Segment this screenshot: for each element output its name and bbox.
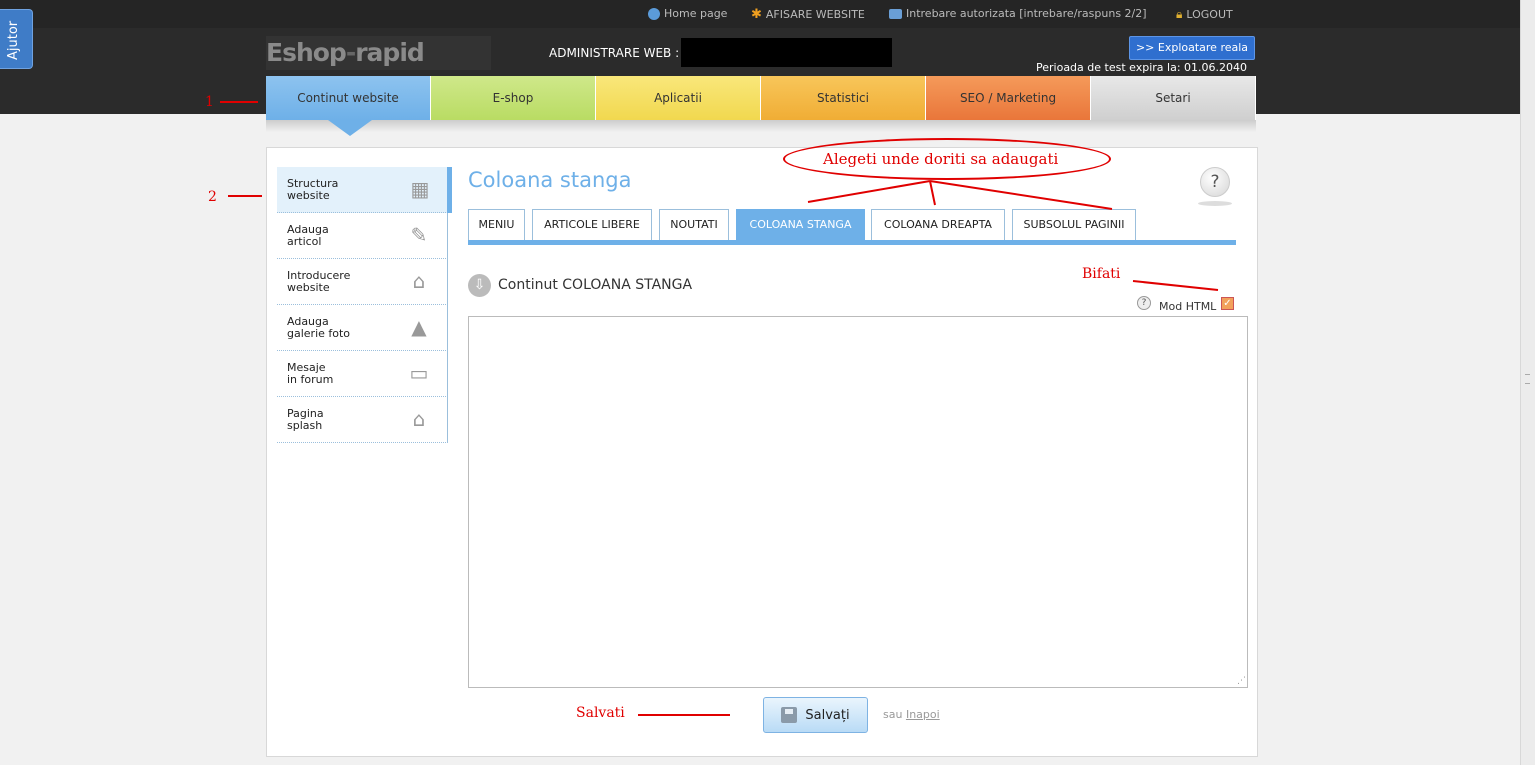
logout-link-label: LOGOUT [1186,8,1233,21]
help-side-tab-label: Ajutor [6,20,21,60]
afisare-website-link-label: AFISARE WEBSITE [765,8,865,21]
chat-icon [889,8,902,19]
splash-page-icon: ⌂ [412,407,426,431]
annotation-number-2: 2 [208,189,217,205]
sau-label: sau [883,708,903,721]
nav-tab-setari[interactable]: Setari [1091,76,1256,120]
annotation-bifati: Bifati [1082,266,1121,282]
logo-part1: Eshop [266,38,347,67]
mod-html-help-icon[interactable]: ? [1137,296,1151,310]
annotation-bifati-line-segment [1132,280,1219,291]
forum-messages-icon: ▭ [409,361,429,385]
home-edit-icon: ⌂ [412,269,426,293]
annotation-pointer-line-middle [929,180,936,206]
nav-tab-continut-website[interactable]: Continut website [266,76,431,120]
add-article-icon: ✎ [410,223,428,247]
nav-tab-eshop[interactable]: E-shop [431,76,596,120]
trial-expiry-text: Perioada de test expira la: 01.06.2040 [1036,61,1248,74]
mod-html-label: Mod HTML [1159,300,1217,313]
scrollbar-grip[interactable] [1525,374,1530,384]
arrow-down-icon[interactable]: ⇩ [468,274,491,297]
exploatare-reala-button[interactable]: >> Exploatare reala [1129,36,1255,60]
sidebar-item-mesaje-in-forum[interactable]: Mesaje in forum ▭ [277,351,448,397]
content-editor[interactable] [468,316,1248,688]
floppy-disk-icon [781,707,798,723]
annotation-pointer-lines [807,180,1113,210]
help-icon-shadow [1198,201,1232,206]
sidebar-item-introducere-website[interactable]: Introducere website ⌂ [277,259,448,305]
admin-label: ADMINISTRARE WEB : [549,46,680,60]
inapoi-link[interactable]: Inapoi [906,708,940,721]
annotation-pointer-line-right [929,180,1113,210]
admin-redacted-field [681,38,892,67]
logo[interactable]: Eshop-rapid [266,36,491,70]
nav-tab-aplicatii[interactable]: Aplicatii [596,76,761,120]
sidebar-item-structura-website[interactable]: Structura website ▦ [277,167,448,213]
photo-gallery-icon: ▲ [411,315,427,339]
page-title: Coloana stanga [468,168,632,192]
help-question-icon[interactable]: ? [1200,167,1230,197]
annotation-salvati: Salvati [576,705,625,721]
intrebare-link-label: Intrebare autorizata [intrebare/raspuns … [906,7,1147,20]
nav-tab-statistici[interactable]: Statistici [761,76,926,120]
annotation-pointer-line-left [807,180,931,203]
annotation-line-2 [228,195,262,197]
sidebar-item-adauga-articol[interactable]: Adauga articol ✎ [277,213,448,259]
afisare-website-link[interactable]: ✱ AFISARE WEBSITE [751,7,865,22]
back-link-group: sau Inapoi [883,708,940,721]
subtab-meniu[interactable]: MENIU [468,209,525,240]
save-button-label: Salvați [805,707,850,723]
logout-link[interactable]: 🔒︎ LOGOUT [1176,7,1233,22]
subtab-noutati[interactable]: NOUTATI [659,209,729,240]
flower-icon: ✱ [751,7,762,22]
sidebar-item-adauga-galerie-foto[interactable]: Adauga galerie foto ▲ [277,305,448,351]
home-page-link-label: Home page [664,7,728,20]
active-tab-pointer [328,120,372,136]
mod-html-checkbox[interactable]: ✓ [1221,297,1234,310]
annotation-number-1: 1 [205,94,214,110]
annotation-alegeti: Alegeti unde doriti sa adaugati [823,150,1059,168]
save-button[interactable]: Salvați [763,697,868,733]
sitemap-icon: ▦ [410,177,430,201]
nav-shadow [266,120,1256,132]
nav-tab-seo-marketing[interactable]: SEO / Marketing [926,76,1091,120]
logo-part2: rapid [355,38,425,67]
intrebare-link[interactable]: Intrebare autorizata [intrebare/raspuns … [889,7,1147,20]
lock-icon: 🔒︎ [1176,7,1183,21]
annotation-bifati-line [1132,280,1219,291]
sidebar: Structura website ▦ Adauga articol ✎ Int… [277,167,448,443]
info-icon [648,7,660,20]
resize-grip-icon[interactable]: ⋰ [1237,677,1246,686]
subtab-underline-bar [468,240,1236,245]
sidebar-item-pagina-splash[interactable]: Pagina splash ⌂ [277,397,448,443]
sidebar-active-accent [447,167,452,213]
subtab-articole-libere[interactable]: ARTICOLE LIBERE [532,209,652,240]
help-side-tab[interactable]: Ajutor [0,9,33,69]
annotation-line-1 [220,101,258,103]
logo-dash: - [345,38,356,67]
annotation-salvati-line [638,714,730,716]
content-heading: Continut COLOANA STANGA [498,277,693,293]
home-page-link[interactable]: Home page [648,7,727,20]
